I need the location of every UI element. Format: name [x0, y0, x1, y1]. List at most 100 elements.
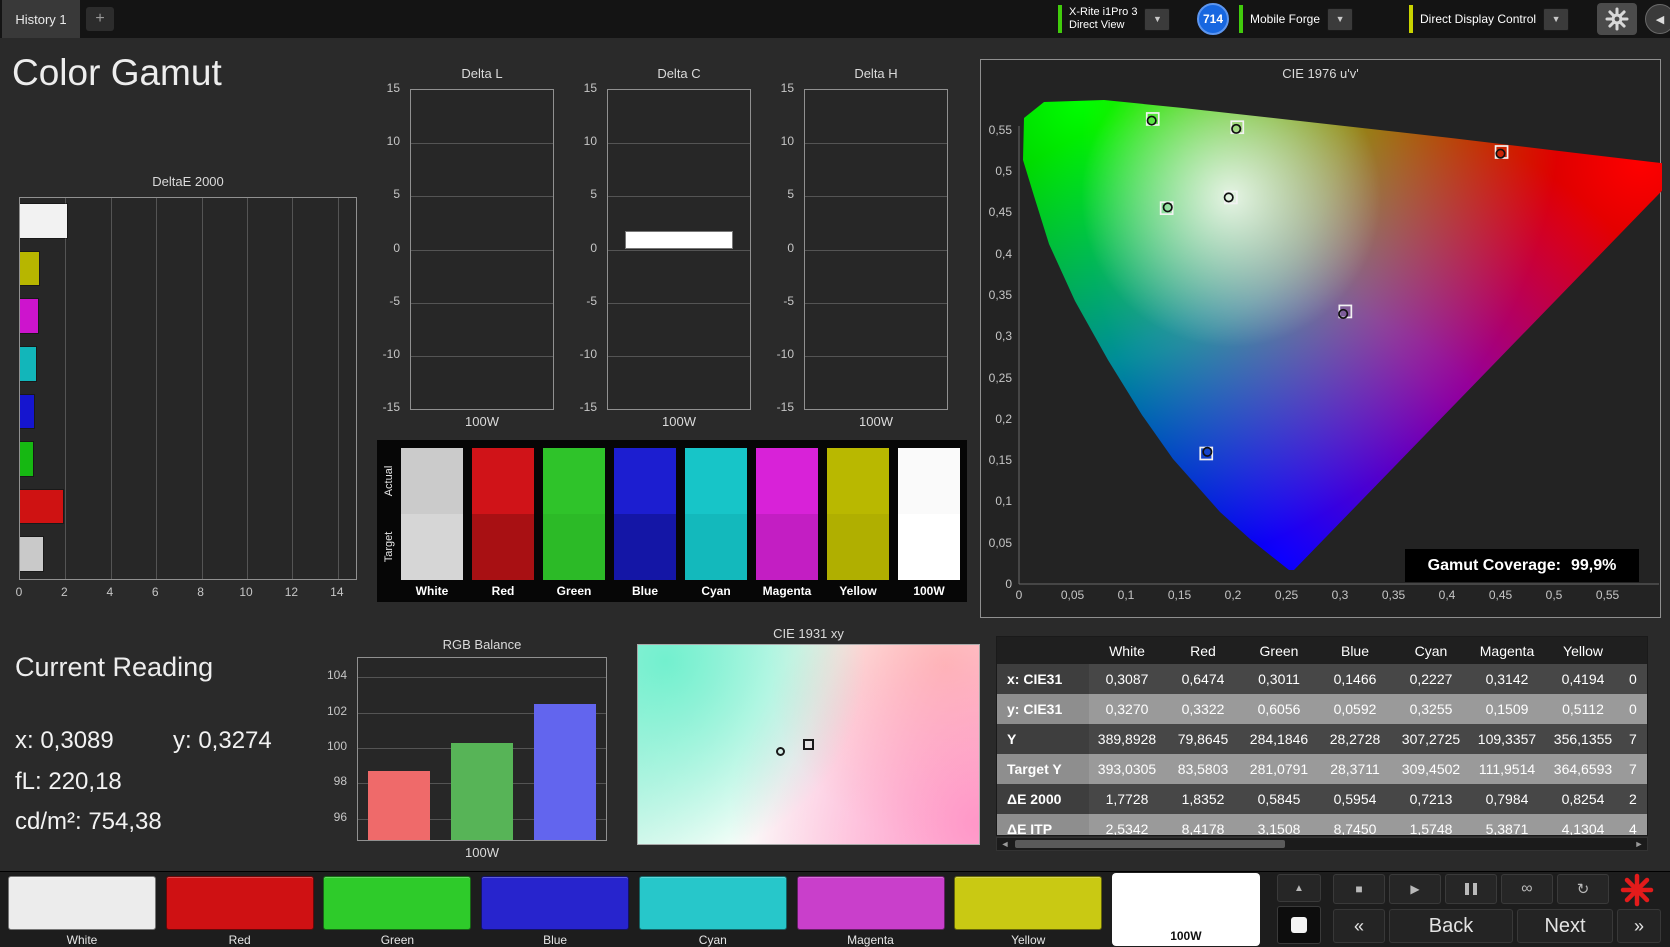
delta-c-gridline — [608, 196, 750, 198]
table-cell-clipped: 2 — [1629, 791, 1637, 807]
loop-button[interactable]: ↻ — [1557, 874, 1609, 904]
delta-c-gridline — [608, 355, 750, 357]
table-cell: 4,1304 — [1561, 821, 1605, 836]
table-cell: 393,0305 — [1097, 761, 1157, 777]
first-page-button[interactable]: « — [1333, 909, 1385, 943]
table-cell: 83,5803 — [1177, 761, 1229, 777]
back-button[interactable]: Back — [1389, 909, 1513, 943]
settings-button[interactable] — [1597, 3, 1637, 35]
panel-up-button[interactable]: ▲ — [1277, 874, 1321, 902]
infinity-icon: ∞ — [1521, 880, 1533, 897]
pattern-button-white[interactable]: White — [8, 874, 156, 947]
pattern-button-blue[interactable]: Blue — [481, 874, 630, 947]
swatch-label: White — [415, 584, 449, 598]
calman-color-gamut-page: History 1 + X-Rite i1Pro 3 Direct View ▼… — [0, 0, 1670, 947]
scroll-left-icon[interactable]: ◄ — [997, 838, 1013, 850]
cie1976-xtick-label: 0 — [1015, 588, 1023, 602]
meter-label: X-Rite i1Pro 3 Direct View — [1069, 6, 1137, 32]
table-row-4: Target Y 393,0305 83,5803 281,0791 28,3711 30… — [997, 754, 1647, 784]
pattern-button-magenta[interactable]: Magenta — [796, 874, 945, 947]
swatch-column-magenta: Magenta — [756, 448, 818, 598]
deltae2000-xticks: 0 2 4 6 8 10 12 14 — [16, 585, 357, 601]
reading-cdm2-value: cd/m²: 754,38 — [15, 808, 162, 835]
table-cell: 0,6056 — [1257, 701, 1301, 717]
table-cell: 2,5342 — [1105, 821, 1149, 836]
cie1976-ytick-label: 0,35 — [988, 287, 1012, 302]
swatch-column-yellow: Yellow — [827, 448, 889, 598]
delta-h-gridline — [805, 355, 947, 357]
swatch-column-green: Green — [543, 448, 605, 598]
cie1976-locus-fill — [1023, 100, 1662, 570]
measure-button[interactable] — [1612, 872, 1662, 908]
tab-history-1[interactable]: History 1 — [2, 0, 80, 38]
table-horizontal-scrollbar[interactable]: ◄ ► — [996, 837, 1648, 851]
delta-c-yticks: 15 10 5 0 -5 -10 -15 — [565, 81, 603, 414]
pattern-button-cyan[interactable]: Cyan — [638, 874, 787, 947]
delta-c-tick-label: 10 — [583, 134, 597, 149]
swatch-actual — [685, 448, 747, 514]
delta-l-tick-label: -10 — [382, 346, 400, 361]
delta-h-tick-label: 15 — [780, 81, 794, 95]
add-tab-button[interactable]: + — [86, 7, 114, 31]
last-page-button[interactable]: » — [1617, 909, 1661, 943]
gamut-coverage-value: 99,9% — [1571, 556, 1617, 574]
source-dropdown-chevron-icon[interactable]: ▼ — [1327, 7, 1354, 31]
table-row-label: ΔE ITP — [997, 814, 1089, 835]
pattern-button-yellow[interactable]: Yellow — [954, 874, 1103, 947]
cie1976-diagram — [1018, 100, 1662, 585]
window-mode-button[interactable] — [1277, 906, 1321, 944]
delta-c-xlabel: 100W — [662, 414, 696, 429]
delta-h-tick-label: -5 — [783, 293, 794, 308]
table-corner-cell — [997, 637, 1089, 664]
collapse-panel-button[interactable]: ◀ — [1645, 4, 1670, 34]
pattern-button-green[interactable]: Green — [323, 874, 472, 947]
deltae2000-bar-blue — [20, 393, 35, 430]
continuous-read-button[interactable]: ∞ — [1501, 874, 1553, 904]
pause-button[interactable] — [1445, 874, 1497, 904]
delta-l-title: Delta L — [461, 66, 503, 81]
source-selector[interactable]: Mobile Forge ▼ — [1239, 2, 1354, 36]
delta-c-bar — [625, 231, 733, 250]
table-cell: 0,7213 — [1409, 791, 1453, 807]
cie1976-xtick-label: 0,15 — [1167, 588, 1192, 602]
play-button[interactable]: ▶ — [1389, 874, 1441, 904]
meter-count-badge[interactable]: 714 — [1197, 3, 1229, 35]
scroll-right-icon[interactable]: ► — [1631, 838, 1647, 850]
double-chevron-right-icon: » — [1633, 915, 1644, 936]
cie1976-xtick-label: 0,05 — [1060, 588, 1085, 602]
scrollbar-thumb[interactable] — [1015, 840, 1285, 848]
table-cell-clipped: 0 — [1629, 701, 1637, 717]
cie1976-ytick-label: 0,5 — [995, 164, 1012, 178]
pattern-button-100w[interactable]: 100W — [1111, 873, 1260, 946]
cie1976-ytick-label: 0,45 — [988, 205, 1012, 220]
cie1976-xtick-label: 0,4 — [1438, 588, 1456, 602]
table-cell: 0,0592 — [1333, 701, 1377, 717]
pattern-swatch — [8, 876, 156, 930]
pause-icon-bar — [1473, 883, 1477, 895]
stop-button[interactable]: ■ — [1333, 874, 1385, 904]
delta-l-gridline — [411, 302, 553, 304]
delta-h-plot — [804, 89, 948, 410]
pattern-swatch — [165, 876, 314, 930]
cie1976-ytick-label: 0 — [1005, 577, 1012, 591]
next-button[interactable]: Next — [1517, 909, 1613, 943]
workflow-dropdown-chevron-icon[interactable]: ▼ — [1543, 7, 1570, 31]
loop-icon: ↻ — [1576, 881, 1590, 898]
deltae2000-bar-magenta — [20, 298, 40, 334]
delta-h-gridline — [805, 249, 947, 251]
rgb-bar-green — [451, 742, 513, 840]
table-cell: 0,1466 — [1333, 671, 1377, 687]
meter-selector[interactable]: X-Rite i1Pro 3 Direct View ▼ — [1058, 2, 1171, 36]
cie1976-xtick-label: 0,55 — [1595, 588, 1620, 602]
table-cell: 1,5748 — [1409, 821, 1453, 836]
pattern-button-red[interactable]: Red — [165, 874, 314, 947]
delta-h-tick-label: 5 — [787, 187, 794, 202]
delta-h-tick-label: 10 — [780, 134, 794, 149]
delta-h-gridline — [805, 143, 947, 145]
workflow-selector[interactable]: Direct Display Control ▼ — [1409, 2, 1570, 36]
swatch-column-red: Red — [472, 448, 534, 598]
delta-l-gridline — [411, 249, 553, 251]
table-cell: 79,8645 — [1177, 731, 1229, 747]
meter-dropdown-chevron-icon[interactable]: ▼ — [1144, 7, 1171, 31]
cie1931-target-marker — [802, 738, 814, 750]
